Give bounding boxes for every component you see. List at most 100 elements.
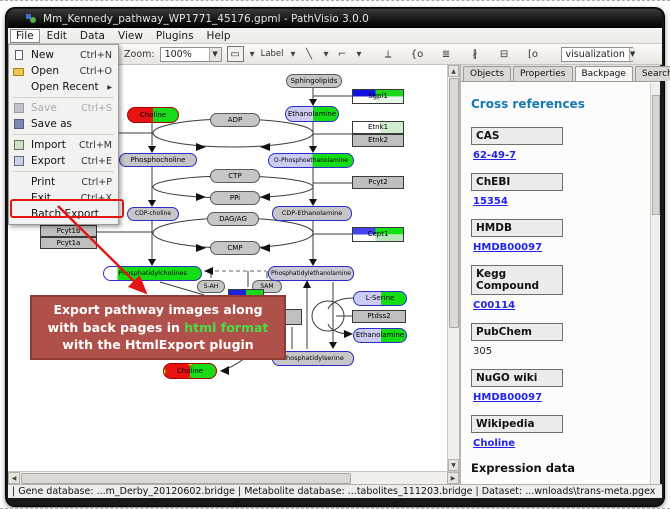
- file-menu-item-save-as[interactable]: Save as: [9, 116, 118, 132]
- node-label: Ptdss2: [367, 313, 390, 320]
- node-o-phosphoethanolamine[interactable]: O-Phosphoethanolamine: [268, 153, 354, 168]
- stack-icon[interactable]: ≣: [438, 46, 455, 62]
- scale-icon[interactable]: ⊟: [496, 46, 513, 62]
- node-label: CDP-Ethanolamine: [282, 210, 343, 217]
- sidebar-scrollbar[interactable]: [650, 83, 660, 484]
- chevron-down-icon[interactable]: ▼: [209, 48, 221, 61]
- node-phosphocholine[interactable]: Phosphocholine: [119, 153, 197, 167]
- node-sgpl1[interactable]: Sgpl1: [352, 89, 404, 104]
- menu-item-label: New: [31, 49, 74, 61]
- node-etnk1[interactable]: Etnk1: [352, 121, 404, 134]
- menu-view[interactable]: View: [112, 29, 149, 43]
- menu-item-label: Print: [31, 176, 75, 188]
- file-menu-item-import[interactable]: ImportCtrl+M: [9, 137, 118, 153]
- scrollbar-thumb[interactable]: [449, 78, 459, 328]
- node-cdp-ethanolamine[interactable]: CDP-Ethanolamine: [272, 206, 352, 221]
- connector-tool-button[interactable]: ⌐: [334, 46, 351, 62]
- node-choline-selected[interactable]: Choline: [163, 363, 217, 379]
- canvas-vertical-scrollbar[interactable]: ▲ ▼: [447, 65, 459, 471]
- line-tool-button[interactable]: ╲: [301, 46, 318, 62]
- tab-backpage[interactable]: Backpage: [575, 66, 633, 81]
- chevron-down-icon[interactable]: ▼: [250, 50, 255, 58]
- ref-link[interactable]: 15354: [473, 196, 650, 207]
- node-choline-top[interactable]: Choline: [127, 107, 179, 123]
- label-tool-button[interactable]: Label: [260, 46, 285, 62]
- file-menu-item-new[interactable]: NewCtrl+N: [9, 47, 118, 63]
- node-ethanolamine-top[interactable]: Ethanolamine: [285, 106, 339, 122]
- selection-handle[interactable]: [188, 363, 193, 366]
- node-ethanolamine-bottom[interactable]: Ethanolamine: [353, 328, 407, 343]
- menu-help[interactable]: Help: [201, 29, 237, 43]
- scroll-down-icon[interactable]: ▼: [448, 459, 459, 471]
- menu-file[interactable]: File: [10, 29, 40, 43]
- file-menu-item-save[interactable]: SaveCtrl+S: [9, 100, 118, 116]
- menu-data[interactable]: Data: [74, 29, 111, 43]
- node-dag[interactable]: DAG/AG: [207, 212, 259, 226]
- node-phosphatidylcholines[interactable]: Phosphatidylcholines: [103, 266, 202, 281]
- cross-references-heading: Cross references: [471, 97, 650, 111]
- scroll-up-icon[interactable]: ▲: [448, 65, 459, 77]
- menu-item-label: Save as: [31, 118, 106, 130]
- node-ctp[interactable]: CTP: [210, 169, 260, 183]
- node-label: PPi: [230, 195, 240, 202]
- node-label: L-Serine: [366, 295, 395, 302]
- node-adp[interactable]: ADP: [210, 113, 260, 127]
- node-pcyt2[interactable]: Pcyt2: [352, 176, 404, 189]
- stamp-icon[interactable]: ⟂: [380, 46, 397, 62]
- save-as-icon: [13, 119, 27, 130]
- ref-link[interactable]: Choline: [473, 438, 650, 449]
- node-phosphatidylethanolamine[interactable]: Phosphatidylethanolamine: [268, 266, 354, 281]
- selection-handle[interactable]: [163, 369, 166, 374]
- node-label: Pcyt1b: [57, 228, 81, 235]
- node-ptdss2[interactable]: Ptdss2: [352, 310, 406, 323]
- node-l-serine[interactable]: L-Serine: [353, 291, 407, 306]
- ref-header-nugo-wiki: NuGO wiki: [471, 369, 563, 387]
- node-cmp[interactable]: CMP: [210, 241, 260, 255]
- node-s-ah[interactable]: S-AH: [197, 280, 225, 293]
- node-label: Cept1: [368, 231, 389, 238]
- chevron-down-icon[interactable]: ▼: [629, 48, 635, 61]
- file-menu-item-open[interactable]: OpenCtrl+O: [9, 63, 118, 79]
- page-setup-icon[interactable]: [o: [525, 46, 542, 62]
- screenshot: Mm_Kennedy_pathway_WP1771_45176.gpml - P…: [0, 0, 670, 509]
- tab-properties[interactable]: Properties: [513, 66, 572, 81]
- visualization-value: visualization: [566, 49, 625, 60]
- node-cdp-choline[interactable]: CDP-choline: [127, 207, 179, 221]
- tab-search[interactable]: Search: [635, 66, 670, 81]
- visualization-combobox[interactable]: visualization ▼: [561, 47, 633, 62]
- rotate-icon[interactable]: {o: [409, 46, 426, 62]
- scroll-right-icon[interactable]: ▶: [447, 472, 459, 484]
- distribute-icon[interactable]: ∦: [467, 46, 484, 62]
- node-sphingolipids[interactable]: Sphingolipids: [286, 74, 342, 88]
- menu-plugins[interactable]: Plugins: [150, 29, 200, 43]
- ref-link[interactable]: HMDB00097: [473, 242, 650, 253]
- node-cept1[interactable]: Cept1: [352, 227, 404, 242]
- zoom-combobox[interactable]: 100% ▼: [160, 47, 222, 62]
- zoom-value: 100%: [165, 49, 192, 60]
- node-pcyt1b[interactable]: Pcyt1b: [40, 225, 97, 237]
- node-ppi[interactable]: PPi: [210, 191, 260, 205]
- file-menu-item-open-recent[interactable]: Open Recent▸: [9, 79, 118, 95]
- ref-link[interactable]: C00114: [473, 300, 650, 311]
- chevron-down-icon[interactable]: ▼: [291, 50, 296, 58]
- node-label: Etnk1: [368, 124, 388, 131]
- ref-link[interactable]: HMDB00097: [473, 392, 650, 403]
- selection-handle[interactable]: [163, 363, 166, 366]
- tab-objects[interactable]: Objects: [463, 66, 511, 81]
- scrollbar-thumb[interactable]: [21, 473, 351, 484]
- selection-handle[interactable]: [188, 377, 193, 379]
- gene-tool-button[interactable]: ▭: [227, 46, 244, 62]
- menu-item-label: Save: [31, 102, 75, 114]
- scroll-left-icon[interactable]: ◀: [8, 472, 20, 484]
- scrollbar-thumb[interactable]: [652, 95, 660, 215]
- chevron-down-icon[interactable]: ▼: [357, 50, 362, 58]
- canvas-horizontal-scrollbar[interactable]: ◀ ▶: [8, 471, 459, 484]
- ref-link[interactable]: 62-49-7: [473, 150, 650, 161]
- node-pcyt1a[interactable]: Pcyt1a: [40, 237, 97, 249]
- node-etnk2[interactable]: Etnk2: [352, 134, 404, 147]
- app-icon: [26, 13, 37, 24]
- chevron-down-icon[interactable]: ▼: [324, 50, 329, 58]
- file-menu-item-print[interactable]: PrintCtrl+P: [9, 174, 118, 190]
- menu-edit[interactable]: Edit: [41, 29, 73, 43]
- file-menu-item-export[interactable]: ExportCtrl+E: [9, 153, 118, 169]
